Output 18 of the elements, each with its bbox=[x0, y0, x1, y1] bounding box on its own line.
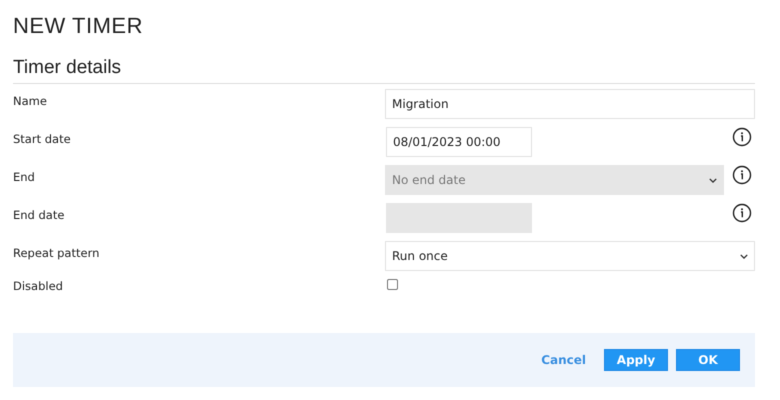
page-title: NEW TIMER bbox=[13, 12, 144, 40]
action-button[interactable]: OK bbox=[676, 349, 740, 371]
date-field[interactable]: 08/01/2023 00:00 bbox=[386, 127, 532, 157]
chevron-down-icon bbox=[709, 178, 717, 182]
field-label: Repeat pattern bbox=[13, 245, 100, 260]
field-label: End bbox=[13, 169, 36, 184]
dropdown[interactable]: Run once bbox=[385, 241, 755, 271]
section-title: Timer details bbox=[13, 56, 755, 84]
cancel-link[interactable]: Cancel bbox=[541, 353, 586, 367]
action-button[interactable]: Apply bbox=[604, 349, 668, 371]
field-label: Name bbox=[13, 93, 48, 108]
chevron-down-icon bbox=[740, 254, 748, 258]
info-icon[interactable] bbox=[732, 127, 752, 147]
name-field[interactable]: Migration bbox=[385, 89, 755, 119]
field-label: Disabled bbox=[13, 279, 64, 293]
field-label: Start date bbox=[13, 131, 72, 146]
checkbox[interactable] bbox=[387, 279, 398, 290]
field-label: End date bbox=[13, 207, 66, 222]
